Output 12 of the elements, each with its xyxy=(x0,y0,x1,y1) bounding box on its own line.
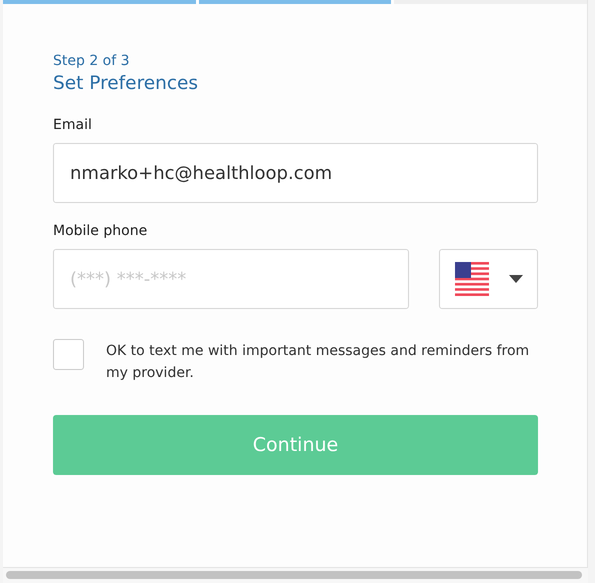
checkbox-label: OK to text me with important messages and reminders from my provider. xyxy=(106,342,530,383)
scrollbar-thumb[interactable] xyxy=(6,571,582,579)
email-field[interactable]: nmarko+hc@healthloop.com xyxy=(53,143,538,203)
phone-field[interactable]: (***) ***-**** xyxy=(53,249,409,309)
caret-icon xyxy=(508,275,522,283)
checkbox[interactable] xyxy=(53,339,84,370)
step-counter: Step 2 of 3 xyxy=(53,52,131,71)
field-label: Email xyxy=(53,117,93,133)
field-label: Mobile phone xyxy=(53,223,148,239)
country-select[interactable] xyxy=(439,249,538,309)
flag-icon xyxy=(454,262,488,296)
page-title: Set Preferences xyxy=(53,72,200,96)
